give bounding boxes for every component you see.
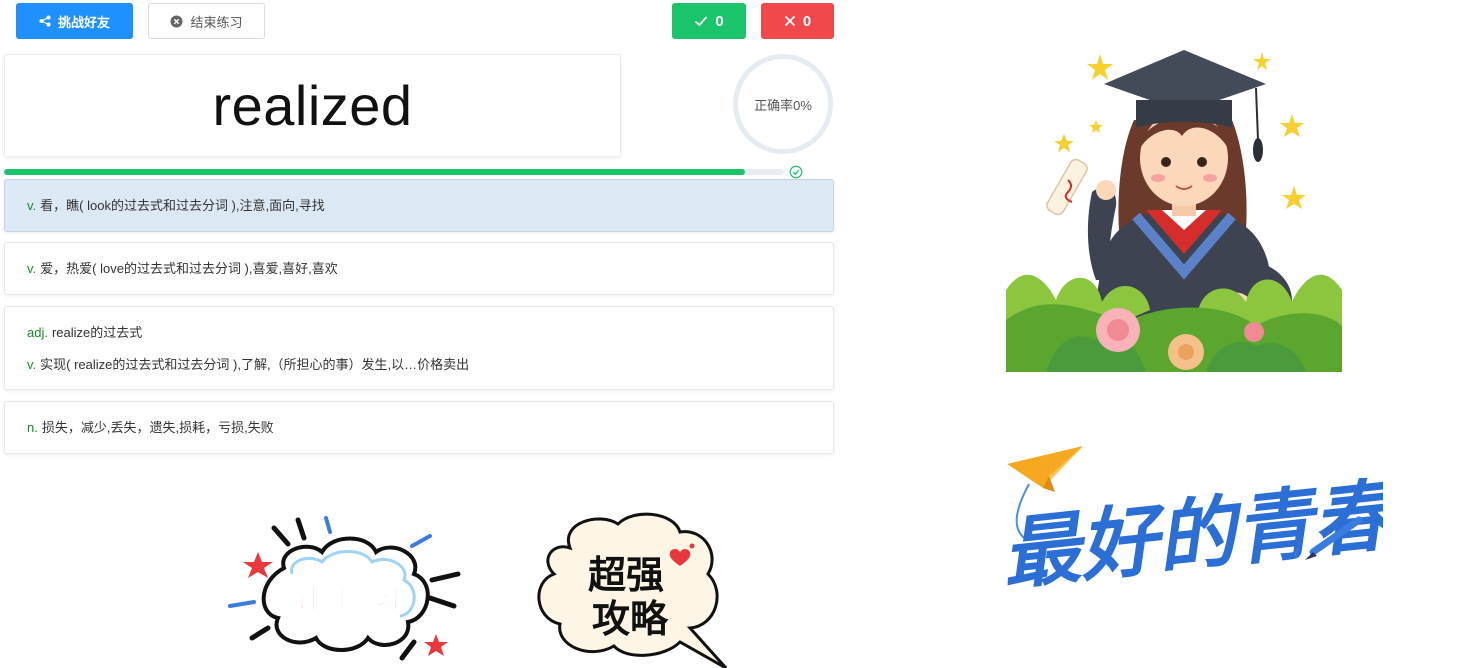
- option-2[interactable]: v. 爱，热爱( love的过去式和过去分词 ),喜爱,喜好,喜欢: [4, 242, 834, 295]
- part-of-speech: v.: [27, 198, 37, 213]
- progress-fill: [4, 169, 745, 175]
- challenge-friend-button[interactable]: 挑战好友: [16, 3, 133, 39]
- cross-icon: [784, 15, 796, 27]
- strategy-line-2: 攻略: [592, 597, 669, 641]
- definition-text: realize的过去式: [51, 325, 143, 340]
- part-of-speech: n.: [27, 420, 38, 435]
- best-youth-text: 最好的青春: [1003, 469, 1383, 601]
- option-3[interactable]: adj. realize的过去式 v. 实现( realize的过去式和过去分词 )…: [4, 306, 834, 390]
- graduate-illustration: [1006, 50, 1342, 372]
- correct-count: 0: [715, 12, 724, 30]
- close-circle-icon: [170, 15, 183, 28]
- option-1-line-1: v. 看，瞧( look的过去式和过去分词 ),注意,面向,寻找: [27, 195, 325, 214]
- part-of-speech: v.: [27, 357, 37, 372]
- progress-check-icon: [789, 165, 803, 179]
- option-3-line-2: v. 实现( realize的过去式和过去分词 ),了解,（所担心的事）发生,以……: [27, 354, 469, 373]
- part-of-speech: adj.: [27, 325, 48, 340]
- share-icon: [39, 15, 51, 27]
- wrong-count-button[interactable]: 0: [761, 3, 834, 39]
- check-icon: [694, 15, 708, 27]
- option-1[interactable]: v. 看，瞧( look的过去式和过去分词 ),注意,面向,寻找: [4, 179, 834, 232]
- strategy-sticker[interactable]: 超强 攻略: [530, 508, 730, 668]
- end-practice-button[interactable]: 结束练习: [148, 3, 265, 39]
- option-4-line-1: n. 损失，减少,丢失，遗失,损耗，亏损,失败: [27, 417, 274, 436]
- word-card: realized: [4, 54, 621, 157]
- timed-practice-text: 计时练习: [296, 584, 400, 615]
- option-2-line-1: v. 爱，热爱( love的过去式和过去分词 ),喜爱,喜好,喜欢: [27, 258, 338, 277]
- timed-practice-sticker[interactable]: 计时练习: [222, 510, 472, 668]
- challenge-friend-label: 挑战好友: [57, 14, 110, 30]
- accuracy-circle: 正确率0%: [733, 54, 833, 154]
- accuracy-label: 正确率0%: [754, 97, 812, 113]
- option-4[interactable]: n. 损失，减少,丢失，遗失,损耗，亏损,失败: [4, 401, 834, 454]
- end-practice-label: 结束练习: [190, 14, 243, 30]
- wrong-count: 0: [802, 12, 812, 30]
- definition-text: 损失，减少,丢失，遗失,损耗，亏损,失败: [41, 420, 274, 435]
- correct-count-button[interactable]: 0: [672, 3, 746, 39]
- definition-text: 爱，热爱( love的过去式和过去分词 ),喜爱,喜好,喜欢: [40, 261, 338, 276]
- option-3-line-1: adj. realize的过去式: [27, 322, 142, 341]
- strategy-line-1: 超强: [588, 553, 664, 597]
- progress-bar: [4, 169, 784, 175]
- best-youth-calligraphy: 最好的青春: [1003, 446, 1383, 601]
- part-of-speech: v.: [27, 261, 37, 276]
- definition-text: 看，瞧( look的过去式和过去分词 ),注意,面向,寻找: [40, 198, 325, 213]
- definition-text: 实现( realize的过去式和过去分词 ),了解,（所担心的事）发生,以…价格…: [40, 357, 470, 372]
- target-word: realized: [212, 74, 413, 137]
